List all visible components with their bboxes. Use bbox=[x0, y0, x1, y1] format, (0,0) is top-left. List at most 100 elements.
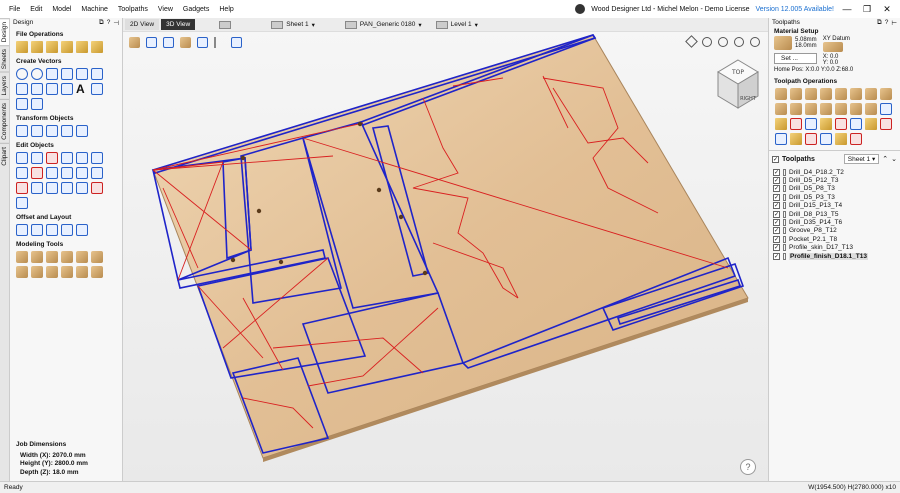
step-repeat-icon[interactable] bbox=[61, 224, 73, 236]
open-file-icon[interactable] bbox=[31, 41, 43, 53]
toolpath-item[interactable]: ✓ Pocket_P2.1_T8 bbox=[773, 235, 896, 243]
help-icon[interactable]: ? bbox=[885, 19, 889, 27]
menu-machine[interactable]: Machine bbox=[76, 6, 112, 13]
move-icon[interactable] bbox=[16, 125, 28, 137]
wireframe-view-icon[interactable] bbox=[146, 36, 157, 48]
close-button[interactable]: ✕ bbox=[880, 4, 894, 15]
pocket-icon[interactable] bbox=[790, 88, 802, 100]
nest-icon[interactable] bbox=[31, 224, 43, 236]
star-icon[interactable] bbox=[76, 68, 88, 80]
set-button[interactable]: Set ... bbox=[774, 53, 817, 64]
model-2-icon[interactable] bbox=[31, 251, 43, 263]
toolpath-item[interactable]: ✓ Drill_D35_P14_T6 bbox=[773, 218, 896, 227]
toolpath-item[interactable]: ✓ Profile_finish_D18.1_T13 bbox=[773, 252, 896, 260]
array-copy-icon[interactable] bbox=[46, 224, 58, 236]
vcarve-icon[interactable] bbox=[820, 88, 832, 100]
image-icon[interactable] bbox=[31, 98, 43, 110]
subtract-icon[interactable] bbox=[46, 167, 58, 179]
offset-icon[interactable] bbox=[16, 224, 28, 236]
tab-components[interactable]: Components bbox=[0, 99, 9, 143]
align-icon[interactable] bbox=[31, 125, 43, 137]
import-icon[interactable] bbox=[46, 41, 58, 53]
toolpath-item[interactable]: ✓ Groove_P8_T12 bbox=[773, 227, 896, 235]
zoom-all-icon[interactable] bbox=[734, 37, 744, 47]
menu-model[interactable]: Model bbox=[47, 6, 76, 13]
dimension-icon[interactable] bbox=[61, 83, 73, 95]
scale-icon[interactable] bbox=[46, 125, 58, 137]
toolpath-checkbox[interactable]: ✓ bbox=[773, 244, 780, 252]
distort-icon[interactable] bbox=[16, 197, 28, 209]
toolpath-item[interactable]: ✓ Drill_D5_P3_T3 bbox=[773, 193, 896, 201]
model-1-icon[interactable] bbox=[16, 251, 28, 263]
mirror-icon[interactable] bbox=[76, 125, 88, 137]
viewport[interactable]: 2D View 3D View Sheet 1 ▾ PAN_Generic 018… bbox=[123, 18, 768, 481]
help-icon[interactable]: ? bbox=[107, 19, 111, 27]
curve-icon[interactable] bbox=[31, 83, 43, 95]
circle-icon[interactable] bbox=[16, 68, 28, 80]
toolpath-item[interactable]: ✓ Drill_D15_P13_T4 bbox=[773, 202, 896, 210]
calculator-icon[interactable] bbox=[805, 133, 817, 145]
trim-icon[interactable] bbox=[16, 167, 28, 179]
group-icon[interactable] bbox=[76, 152, 88, 164]
help-button[interactable]: ? bbox=[740, 459, 756, 475]
toolpath-view-icon[interactable] bbox=[231, 36, 242, 48]
model-11-icon[interactable] bbox=[76, 266, 88, 278]
array-icon[interactable] bbox=[91, 182, 103, 194]
close-icon-tool[interactable] bbox=[31, 182, 43, 194]
toolpath-checkbox[interactable]: ✓ bbox=[773, 227, 780, 235]
model-5-icon[interactable] bbox=[76, 251, 88, 263]
import-model-icon[interactable] bbox=[76, 41, 88, 53]
move-up-icon[interactable]: ⌃ bbox=[882, 155, 888, 163]
zoom-in-icon[interactable] bbox=[702, 37, 712, 47]
transform-icon[interactable] bbox=[61, 152, 73, 164]
3d-finish-icon[interactable] bbox=[820, 103, 832, 115]
text-arc-icon[interactable] bbox=[16, 98, 28, 110]
merge-icon[interactable] bbox=[775, 118, 787, 130]
menu-help[interactable]: Help bbox=[214, 6, 238, 13]
arrow-down-icon[interactable] bbox=[214, 36, 225, 48]
layout-icon[interactable] bbox=[219, 20, 232, 29]
material-view-icon[interactable] bbox=[180, 36, 191, 48]
offset-node-icon[interactable] bbox=[76, 182, 88, 194]
summary-icon[interactable] bbox=[880, 118, 892, 130]
arc-icon[interactable] bbox=[16, 83, 28, 95]
drill-icon[interactable] bbox=[805, 88, 817, 100]
toolpath-item[interactable]: ✓ Drill_D4_P18.2_T2 bbox=[773, 168, 896, 176]
engrave-icon[interactable] bbox=[835, 88, 847, 100]
fluting-icon[interactable] bbox=[850, 88, 862, 100]
minimize-button[interactable]: — bbox=[840, 4, 854, 14]
profile-icon[interactable] bbox=[775, 88, 787, 100]
view-cube[interactable]: TOP RIGHT bbox=[716, 58, 760, 110]
tab-3d-view[interactable]: 3D View bbox=[161, 19, 196, 30]
tab-clipart[interactable]: Clipart bbox=[0, 142, 9, 169]
new-file-icon[interactable] bbox=[16, 41, 28, 53]
save-icon[interactable] bbox=[61, 41, 73, 53]
vector-view-icon[interactable] bbox=[197, 36, 208, 48]
3d-scene[interactable] bbox=[123, 18, 768, 481]
job-setup-icon[interactable] bbox=[775, 133, 787, 145]
toolpath-item[interactable]: ✓ Drill_D5_P12_T3 bbox=[773, 176, 896, 185]
menu-file[interactable]: File bbox=[4, 6, 25, 13]
model-3-icon[interactable] bbox=[46, 251, 58, 263]
save-toolpath-icon[interactable] bbox=[790, 118, 802, 130]
tab-sheets[interactable]: Sheets bbox=[0, 45, 9, 73]
fit-icon[interactable] bbox=[76, 224, 88, 236]
model-12-icon[interactable] bbox=[91, 266, 103, 278]
texture-icon[interactable] bbox=[850, 103, 862, 115]
version-link[interactable]: Version 12.005 Available! bbox=[756, 6, 835, 13]
toolpaths-sheet-dropdown[interactable]: Sheet 1 ▾ bbox=[843, 154, 880, 164]
all-toolpaths-checkbox[interactable]: ✓ bbox=[772, 155, 779, 163]
prism-icon[interactable] bbox=[880, 88, 892, 100]
toolpath-checkbox[interactable]: ✓ bbox=[773, 219, 780, 227]
toolpath-checkbox[interactable]: ✓ bbox=[773, 193, 780, 201]
cut-list-icon[interactable] bbox=[850, 133, 862, 145]
text-icon[interactable]: A bbox=[76, 83, 88, 95]
toolpath-checkbox[interactable]: ✓ bbox=[773, 210, 780, 218]
toolpath-checkbox[interactable]: ✓ bbox=[773, 202, 780, 210]
sheet-dropdown[interactable]: Sheet 1 bbox=[286, 21, 308, 28]
user-icon[interactable] bbox=[575, 4, 586, 14]
toolpath-item[interactable]: ✓ Drill_D5_P8_T3 bbox=[773, 185, 896, 193]
maximize-button[interactable]: ❐ bbox=[860, 4, 874, 15]
text-on-curve-icon[interactable] bbox=[91, 83, 103, 95]
polygon-select-icon[interactable] bbox=[46, 152, 58, 164]
